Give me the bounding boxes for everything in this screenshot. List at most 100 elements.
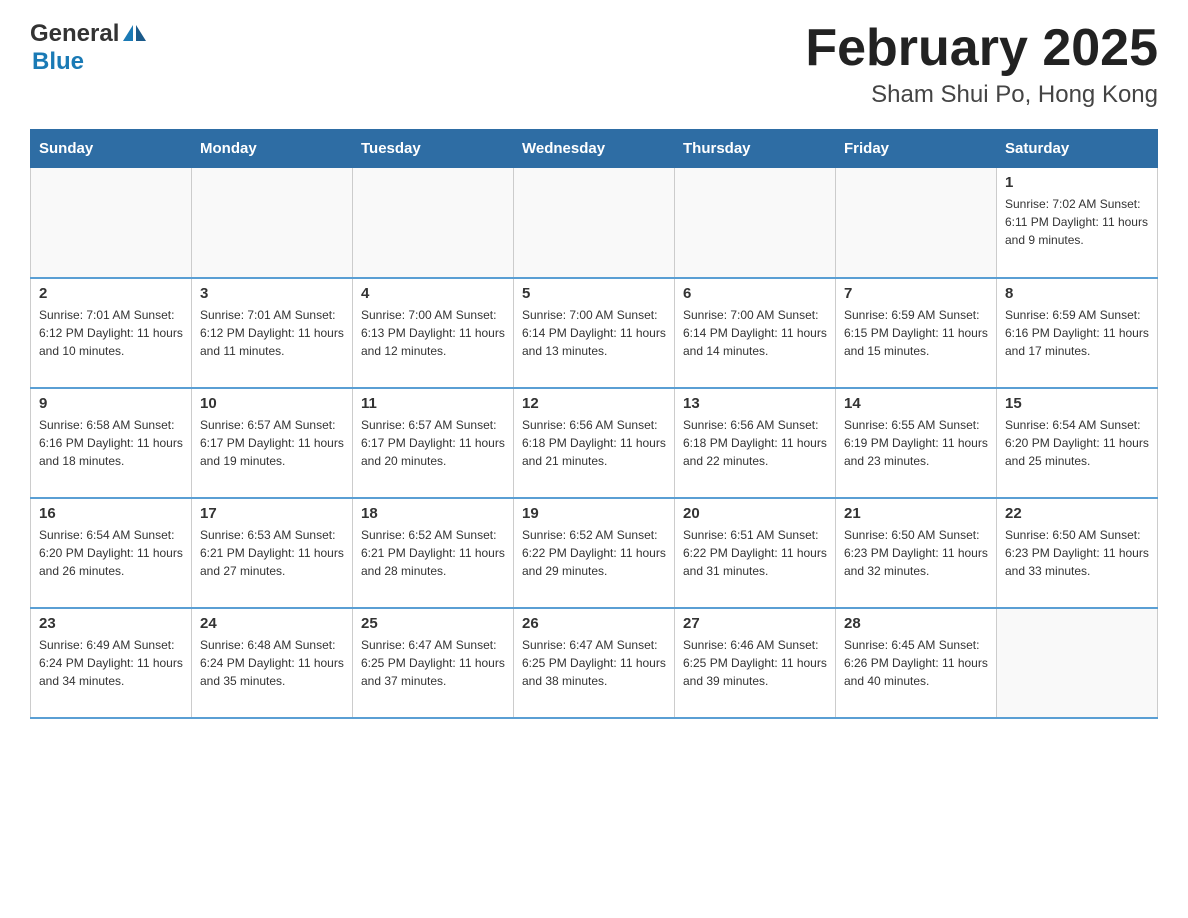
weekday-header-saturday: Saturday: [997, 130, 1158, 168]
calendar-cell: 21 Sunrise: 6:50 AM Sunset: 6:23 PM Dayli…: [836, 498, 997, 608]
calendar-cell: [675, 168, 836, 278]
day-info: Sunrise: 6:59 AM Sunset: 6:16 PM Dayligh…: [1005, 306, 1149, 360]
logo: General Blue: [30, 20, 146, 76]
day-info: Sunrise: 6:55 AM Sunset: 6:19 PM Dayligh…: [844, 416, 988, 470]
calendar-cell: 28 Sunrise: 6:45 AM Sunset: 6:26 PM Dayli…: [836, 608, 997, 718]
weekday-header-thursday: Thursday: [675, 130, 836, 168]
calendar-cell: [353, 168, 514, 278]
day-info: Sunrise: 6:56 AM Sunset: 6:18 PM Dayligh…: [683, 416, 827, 470]
day-info: Sunrise: 7:00 AM Sunset: 6:14 PM Dayligh…: [683, 306, 827, 360]
weekday-header-wednesday: Wednesday: [514, 130, 675, 168]
day-info: Sunrise: 6:46 AM Sunset: 6:25 PM Dayligh…: [683, 636, 827, 690]
month-title: February 2025: [805, 20, 1158, 77]
calendar-cell: 17 Sunrise: 6:53 AM Sunset: 6:21 PM Dayli…: [192, 498, 353, 608]
calendar-cell: 5 Sunrise: 7:00 AM Sunset: 6:14 PM Daylig…: [514, 278, 675, 388]
day-number: 2: [39, 285, 183, 302]
day-info: Sunrise: 7:01 AM Sunset: 6:12 PM Dayligh…: [200, 306, 344, 360]
calendar-cell: 24 Sunrise: 6:48 AM Sunset: 6:24 PM Dayli…: [192, 608, 353, 718]
calendar-cell: 20 Sunrise: 6:51 AM Sunset: 6:22 PM Dayli…: [675, 498, 836, 608]
day-number: 24: [200, 615, 344, 632]
day-info: Sunrise: 6:48 AM Sunset: 6:24 PM Dayligh…: [200, 636, 344, 690]
day-number: 21: [844, 505, 988, 522]
day-info: Sunrise: 7:00 AM Sunset: 6:14 PM Dayligh…: [522, 306, 666, 360]
calendar-cell: 26 Sunrise: 6:47 AM Sunset: 6:25 PM Dayli…: [514, 608, 675, 718]
calendar-cell: 8Sunrise: 6:59 AM Sunset: 6:16 PM Daylig…: [997, 278, 1158, 388]
calendar-cell: [836, 168, 997, 278]
calendar-cell: 22 Sunrise: 6:50 AM Sunset: 6:23 PM Dayli…: [997, 498, 1158, 608]
calendar-cell: [31, 168, 192, 278]
day-info: Sunrise: 6:50 AM Sunset: 6:23 PM Dayligh…: [844, 526, 988, 580]
calendar-cell: 9Sunrise: 6:58 AM Sunset: 6:16 PM Daylig…: [31, 388, 192, 498]
day-number: 18: [361, 505, 505, 522]
day-info: Sunrise: 6:47 AM Sunset: 6:25 PM Dayligh…: [522, 636, 666, 690]
calendar-cell: 14Sunrise: 6:55 AM Sunset: 6:19 PM Dayli…: [836, 388, 997, 498]
calendar-cell: 3 Sunrise: 7:01 AM Sunset: 6:12 PM Daylig…: [192, 278, 353, 388]
logo-blue-text: Blue: [32, 48, 84, 76]
day-info: Sunrise: 6:53 AM Sunset: 6:21 PM Dayligh…: [200, 526, 344, 580]
calendar-cell: 25Sunrise: 6:47 AM Sunset: 6:25 PM Dayli…: [353, 608, 514, 718]
calendar-cell: [514, 168, 675, 278]
day-info: Sunrise: 7:00 AM Sunset: 6:13 PM Dayligh…: [361, 306, 505, 360]
calendar-week-row: 16 Sunrise: 6:54 AM Sunset: 6:20 PM Dayli…: [31, 498, 1158, 608]
day-info: Sunrise: 6:54 AM Sunset: 6:20 PM Dayligh…: [39, 526, 183, 580]
day-info: Sunrise: 6:45 AM Sunset: 6:26 PM Dayligh…: [844, 636, 988, 690]
day-info: Sunrise: 6:51 AM Sunset: 6:22 PM Dayligh…: [683, 526, 827, 580]
calendar-cell: 19 Sunrise: 6:52 AM Sunset: 6:22 PM Dayli…: [514, 498, 675, 608]
calendar-table: SundayMondayTuesdayWednesdayThursdayFrid…: [30, 129, 1158, 719]
day-info: Sunrise: 6:52 AM Sunset: 6:21 PM Dayligh…: [361, 526, 505, 580]
calendar-header: SundayMondayTuesdayWednesdayThursdayFrid…: [31, 130, 1158, 168]
calendar-week-row: 1Sunrise: 7:02 AM Sunset: 6:11 PM Daylig…: [31, 168, 1158, 278]
day-number: 10: [200, 395, 344, 412]
day-number: 7: [844, 285, 988, 302]
day-info: Sunrise: 6:50 AM Sunset: 6:23 PM Dayligh…: [1005, 526, 1149, 580]
calendar-cell: 4Sunrise: 7:00 AM Sunset: 6:13 PM Daylig…: [353, 278, 514, 388]
day-info: Sunrise: 6:59 AM Sunset: 6:15 PM Dayligh…: [844, 306, 988, 360]
calendar-cell: 1Sunrise: 7:02 AM Sunset: 6:11 PM Daylig…: [997, 168, 1158, 278]
calendar-body: 1Sunrise: 7:02 AM Sunset: 6:11 PM Daylig…: [31, 168, 1158, 718]
day-info: Sunrise: 6:57 AM Sunset: 6:17 PM Dayligh…: [361, 416, 505, 470]
calendar-week-row: 2 Sunrise: 7:01 AM Sunset: 6:12 PM Daylig…: [31, 278, 1158, 388]
calendar-week-row: 9Sunrise: 6:58 AM Sunset: 6:16 PM Daylig…: [31, 388, 1158, 498]
weekday-header-sunday: Sunday: [31, 130, 192, 168]
logo-general-text: General: [30, 20, 119, 48]
day-info: Sunrise: 6:57 AM Sunset: 6:17 PM Dayligh…: [200, 416, 344, 470]
day-number: 11: [361, 395, 505, 412]
calendar-cell: 13 Sunrise: 6:56 AM Sunset: 6:18 PM Dayli…: [675, 388, 836, 498]
calendar-cell: [997, 608, 1158, 718]
day-number: 9: [39, 395, 183, 412]
day-number: 17: [200, 505, 344, 522]
day-info: Sunrise: 7:02 AM Sunset: 6:11 PM Dayligh…: [1005, 195, 1149, 249]
calendar-cell: 2 Sunrise: 7:01 AM Sunset: 6:12 PM Daylig…: [31, 278, 192, 388]
day-number: 23: [39, 615, 183, 632]
day-number: 13: [683, 395, 827, 412]
day-number: 22: [1005, 505, 1149, 522]
calendar-cell: 12 Sunrise: 6:56 AM Sunset: 6:18 PM Dayli…: [514, 388, 675, 498]
day-number: 5: [522, 285, 666, 302]
weekday-header-friday: Friday: [836, 130, 997, 168]
day-number: 25: [361, 615, 505, 632]
day-info: Sunrise: 7:01 AM Sunset: 6:12 PM Dayligh…: [39, 306, 183, 360]
calendar-cell: 6 Sunrise: 7:00 AM Sunset: 6:14 PM Daylig…: [675, 278, 836, 388]
day-number: 3: [200, 285, 344, 302]
calendar-cell: 7 Sunrise: 6:59 AM Sunset: 6:15 PM Daylig…: [836, 278, 997, 388]
calendar-cell: 11 Sunrise: 6:57 AM Sunset: 6:17 PM Dayli…: [353, 388, 514, 498]
calendar-cell: 10 Sunrise: 6:57 AM Sunset: 6:17 PM Dayli…: [192, 388, 353, 498]
day-info: Sunrise: 6:56 AM Sunset: 6:18 PM Dayligh…: [522, 416, 666, 470]
day-number: 12: [522, 395, 666, 412]
day-number: 19: [522, 505, 666, 522]
day-number: 27: [683, 615, 827, 632]
day-number: 6: [683, 285, 827, 302]
day-number: 20: [683, 505, 827, 522]
weekday-header-tuesday: Tuesday: [353, 130, 514, 168]
day-info: Sunrise: 6:54 AM Sunset: 6:20 PM Dayligh…: [1005, 416, 1149, 470]
title-area: February 2025 Sham Shui Po, Hong Kong: [805, 20, 1158, 109]
page-header: General Blue February 2025 Sham Shui Po,…: [30, 20, 1158, 109]
day-number: 15: [1005, 395, 1149, 412]
day-info: Sunrise: 6:52 AM Sunset: 6:22 PM Dayligh…: [522, 526, 666, 580]
calendar-cell: 27 Sunrise: 6:46 AM Sunset: 6:25 PM Dayli…: [675, 608, 836, 718]
calendar-cell: 16 Sunrise: 6:54 AM Sunset: 6:20 PM Dayli…: [31, 498, 192, 608]
day-info: Sunrise: 6:49 AM Sunset: 6:24 PM Dayligh…: [39, 636, 183, 690]
day-number: 16: [39, 505, 183, 522]
day-number: 28: [844, 615, 988, 632]
day-number: 26: [522, 615, 666, 632]
